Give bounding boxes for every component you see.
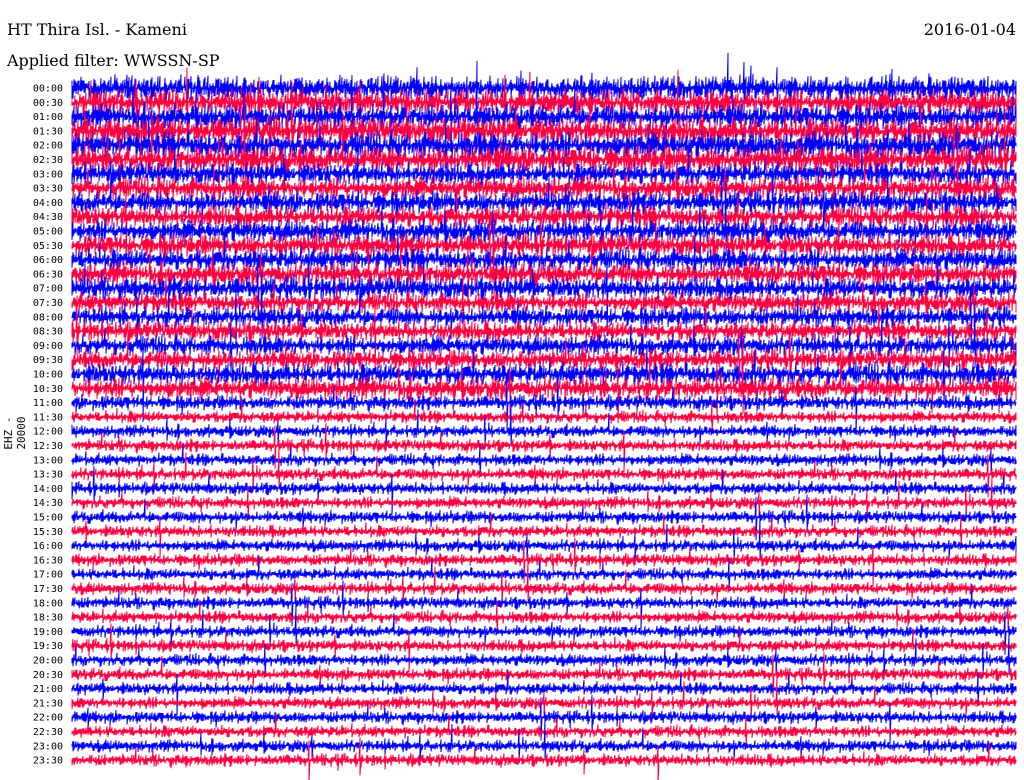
time-label: 19:30 [33,641,63,652]
seismic-trace [71,517,1017,565]
time-label: 22:00 [33,713,63,724]
time-label: 17:30 [33,584,63,595]
time-label: 05:30 [33,241,63,252]
time-label: 06:30 [33,269,63,280]
time-label: 20:00 [33,656,63,667]
time-label: 17:00 [33,570,63,581]
time-label: 10:00 [33,370,63,381]
time-label: 20:30 [33,670,63,681]
time-label: 09:00 [33,341,63,352]
time-label: 00:30 [33,98,63,109]
time-label: 15:00 [33,513,63,524]
time-label: 06:00 [33,255,63,266]
time-label: 11:00 [33,398,63,409]
time-label: 19:00 [33,627,63,638]
time-label: 03:00 [33,169,63,180]
helicorder-plot: 00:00 00:30 01:00 01:30 02:00 02:30 03:00 03:30… [33,52,1017,780]
time-label: 13:00 [33,455,63,466]
time-label: 08:30 [33,327,63,338]
time-label: 12:30 [33,441,63,452]
time-label: 05:00 [33,227,63,238]
time-label: 21:30 [33,698,63,709]
time-label: 04:30 [33,212,63,223]
time-label: 02:00 [33,141,63,152]
seismic-trace [71,512,1017,558]
time-label: 07:00 [33,284,63,295]
time-label: 15:30 [33,527,63,538]
time-label: 09:30 [33,355,63,366]
time-label: 07:30 [33,298,63,309]
time-label: 14:00 [33,484,63,495]
time-label: 22:30 [33,727,63,738]
time-label: 02:30 [33,155,63,166]
time-label: 16:30 [33,555,63,566]
time-label: 04:00 [33,198,63,209]
time-label: 12:00 [33,427,63,438]
time-label: 23:30 [33,756,63,767]
time-label: 11:30 [33,412,63,423]
time-label: 10:30 [33,384,63,395]
time-label: 23:00 [33,741,63,752]
time-label: 18:00 [33,598,63,609]
time-label: 00:00 [33,84,63,95]
time-label: 08:00 [33,312,63,323]
time-label: 01:00 [33,112,63,123]
time-label: 03:30 [33,184,63,195]
time-label: 21:00 [33,684,63,695]
time-label: 16:00 [33,541,63,552]
time-label: 18:30 [33,613,63,624]
time-label: 13:30 [33,470,63,481]
time-label: 14:30 [33,498,63,509]
time-label: 01:30 [33,126,63,137]
